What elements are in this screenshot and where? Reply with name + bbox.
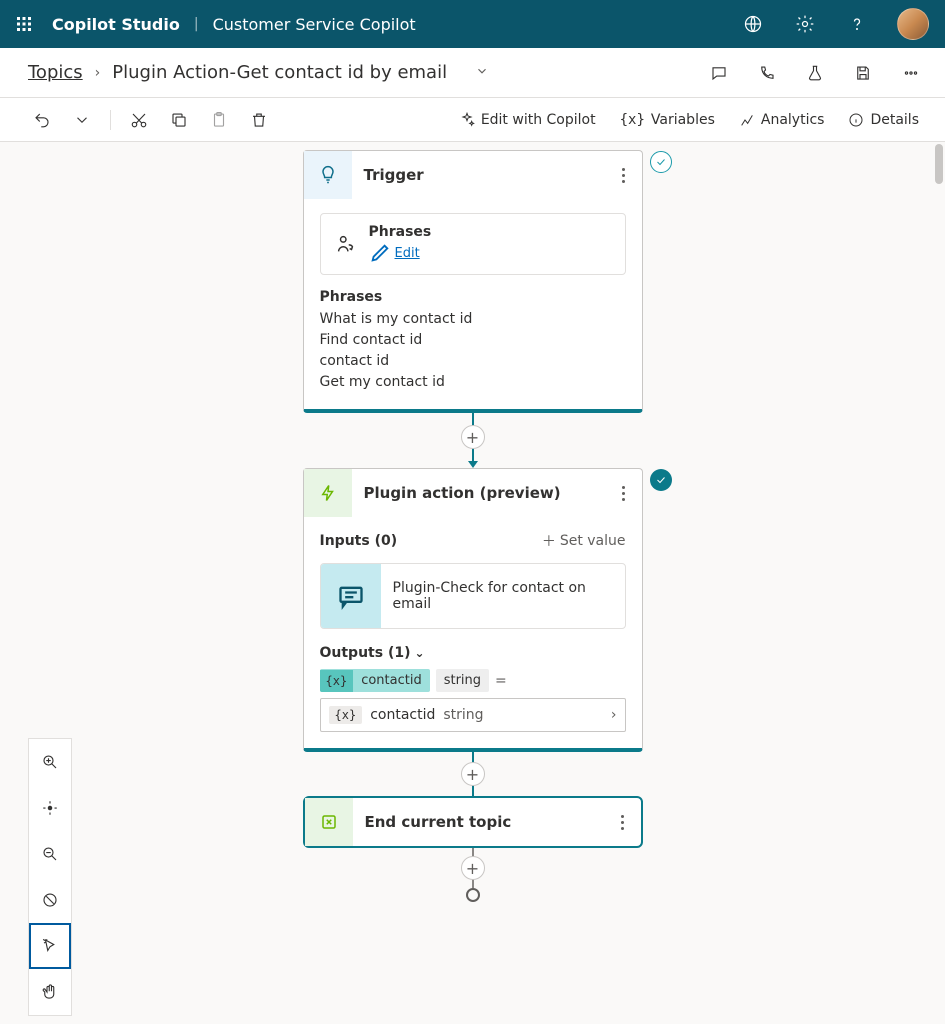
app-header: Copilot Studio | Customer Service Copilo…	[0, 0, 945, 48]
undo-button[interactable]	[24, 104, 60, 136]
analytics-button[interactable]: Analytics	[729, 104, 835, 136]
globe-icon[interactable]	[733, 4, 773, 44]
phrases-edit-link[interactable]: Edit	[369, 242, 432, 264]
hand-tool-button[interactable]	[29, 969, 71, 1015]
app-launcher-icon[interactable]	[8, 8, 40, 40]
phrases-header: Phrases	[320, 289, 626, 305]
help-icon[interactable]	[837, 4, 877, 44]
scrollbar[interactable]	[935, 144, 943, 184]
variable-type: string	[436, 669, 489, 692]
more-icon[interactable]	[893, 55, 929, 91]
end-icon	[305, 798, 353, 846]
trigger-title: Trigger	[352, 166, 606, 184]
flow-end-marker	[466, 888, 480, 902]
phrases-card[interactable]: Phrases Edit	[320, 213, 626, 275]
inputs-label: Inputs (0)	[320, 533, 398, 549]
plugin-title: Plugin action (preview)	[352, 484, 606, 502]
output-variable-row: {x}contactid string =	[320, 669, 626, 692]
plugin-message-icon	[321, 564, 381, 628]
paste-button	[201, 104, 237, 136]
workspace-title: Customer Service Copilot	[213, 15, 416, 34]
chat-icon[interactable]	[701, 55, 737, 91]
details-label: Details	[870, 112, 919, 128]
zoom-fit-button[interactable]	[29, 785, 71, 831]
authoring-flow: Trigger Phrases Edit Phrases Wha	[303, 150, 643, 902]
output-expression-field[interactable]: {x} contactid string ›	[320, 698, 626, 732]
phrases-list: What is my contact id Find contact id co…	[320, 309, 626, 393]
plugin-menu[interactable]	[606, 486, 642, 501]
phrase-item: What is my contact id	[320, 309, 626, 330]
call-icon[interactable]	[749, 55, 785, 91]
trigger-node[interactable]: Trigger Phrases Edit Phrases Wha	[303, 150, 643, 413]
outputs-toggle[interactable]: Outputs (1)⌄	[320, 645, 626, 661]
edit-with-copilot-label: Edit with Copilot	[481, 112, 596, 128]
title-separator: |	[194, 16, 199, 32]
variables-button[interactable]: {x} Variables	[610, 104, 725, 136]
end-topic-node[interactable]: End current topic	[303, 796, 643, 848]
user-avatar[interactable]	[897, 8, 929, 40]
variable-chip[interactable]: {x}contactid	[320, 669, 430, 692]
phrase-item: Find contact id	[320, 330, 626, 351]
set-value-button[interactable]: ＋ Set value	[542, 531, 626, 551]
trigger-icon	[304, 151, 352, 199]
node-status-icon	[650, 151, 672, 173]
breadcrumb-bar: Topics › Plugin Action-Get contact id by…	[0, 48, 945, 98]
zoom-out-button[interactable]	[29, 831, 71, 877]
undo-dropdown[interactable]	[64, 104, 100, 136]
editor-toolbar: Edit with Copilot {x} Variables Analytic…	[0, 98, 945, 142]
analytics-label: Analytics	[761, 112, 825, 128]
zoom-in-button[interactable]	[29, 739, 71, 785]
plugin-reference-card[interactable]: Plugin-Check for contact on email	[320, 563, 626, 629]
trigger-menu[interactable]	[606, 168, 642, 183]
connector: +	[461, 752, 485, 796]
breadcrumb-sep: ›	[95, 65, 101, 81]
node-status-icon	[650, 469, 672, 491]
breadcrumb-page: Plugin Action-Get contact id by email	[112, 62, 447, 83]
plugin-name: Plugin-Check for contact on email	[381, 564, 625, 628]
delete-button[interactable]	[241, 104, 277, 136]
save-icon[interactable]	[845, 55, 881, 91]
copy-button[interactable]	[161, 104, 197, 136]
details-button[interactable]: Details	[838, 104, 929, 136]
zoom-reset-button[interactable]	[29, 877, 71, 923]
cut-button[interactable]	[121, 104, 157, 136]
phrase-item: contact id	[320, 351, 626, 372]
breadcrumb-root[interactable]: Topics	[28, 62, 83, 83]
breadcrumb-dropdown-icon[interactable]	[475, 64, 489, 82]
add-node-button[interactable]: +	[461, 856, 485, 880]
connector: +	[461, 413, 485, 468]
plugin-icon	[304, 469, 352, 517]
edit-with-copilot-button[interactable]: Edit with Copilot	[449, 104, 606, 136]
add-node-button[interactable]: +	[461, 762, 485, 786]
plugin-action-node[interactable]: Plugin action (preview) Inputs (0) ＋ Set…	[303, 468, 643, 752]
phrases-label: Phrases	[369, 224, 432, 240]
flow-canvas[interactable]: Trigger Phrases Edit Phrases Wha	[0, 142, 945, 1024]
settings-icon[interactable]	[785, 4, 825, 44]
selection-tool-button[interactable]	[29, 923, 71, 969]
variables-label: Variables	[651, 112, 715, 128]
end-title: End current topic	[353, 813, 605, 831]
end-menu[interactable]	[605, 815, 641, 830]
test-icon[interactable]	[797, 55, 833, 91]
add-node-button[interactable]: +	[461, 425, 485, 449]
connector-tail: +	[461, 848, 485, 902]
phrase-item: Get my contact id	[320, 372, 626, 393]
zoom-panel	[28, 738, 72, 1016]
app-title: Copilot Studio	[52, 15, 180, 34]
